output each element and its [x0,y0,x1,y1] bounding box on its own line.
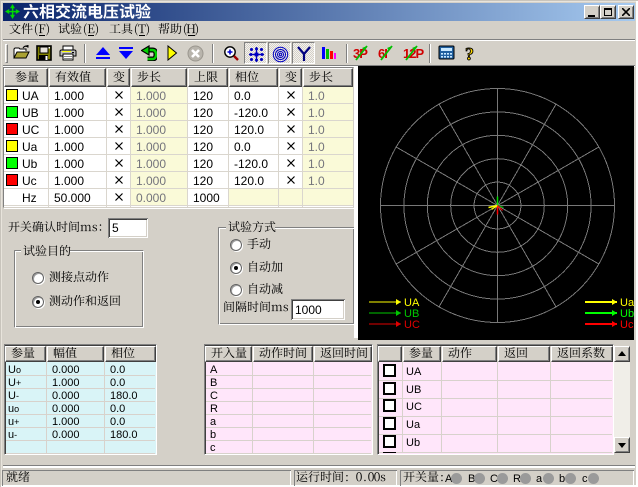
svg-text:UC: UC [404,319,420,331]
svg-text:Uc: Uc [620,319,634,331]
svg-text:?: ? [465,45,474,63]
